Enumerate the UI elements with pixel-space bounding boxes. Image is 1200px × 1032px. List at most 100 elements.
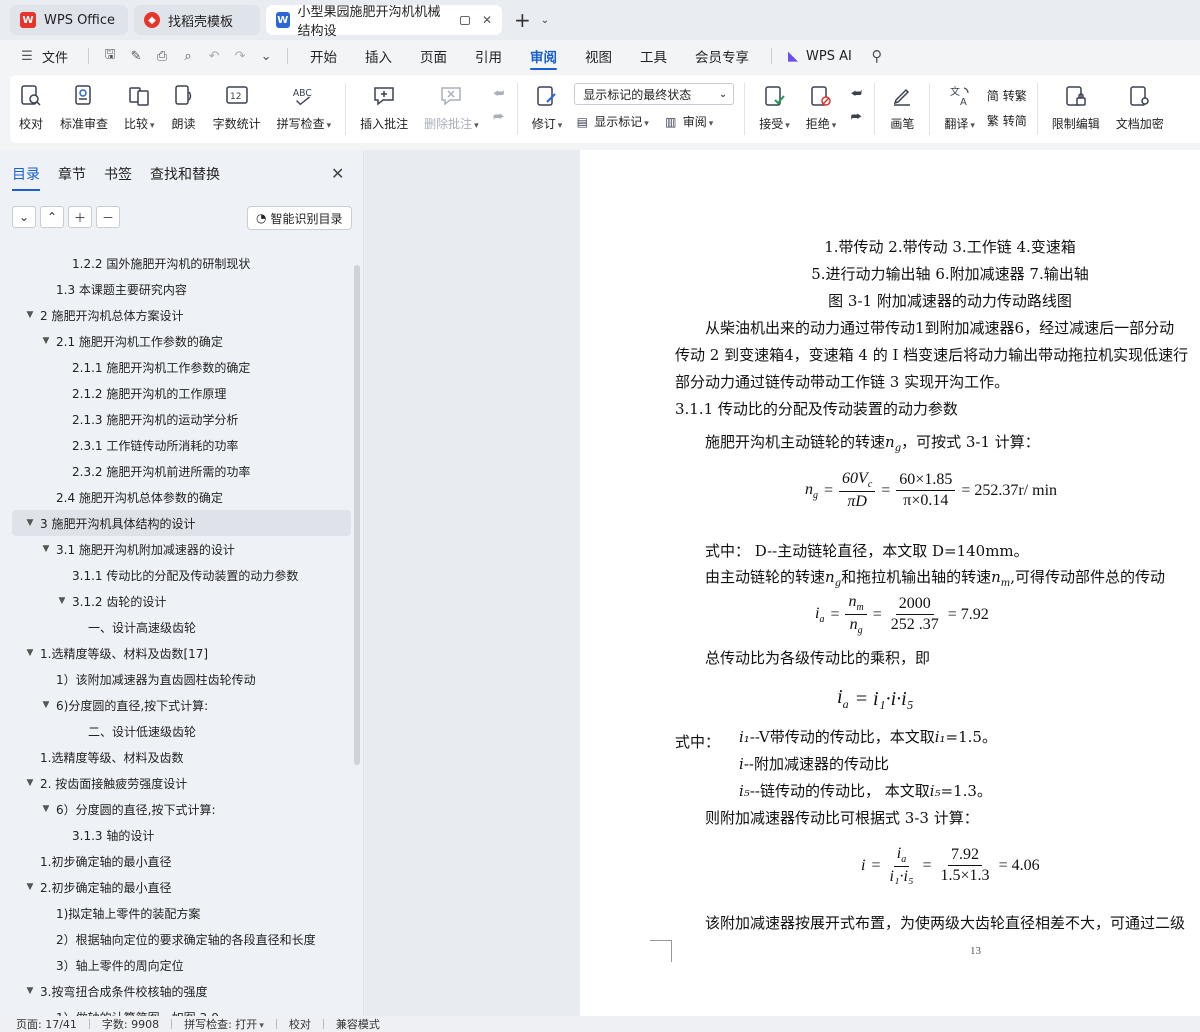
expand-arrow-icon[interactable]: ▼ bbox=[40, 700, 52, 710]
toc-item[interactable]: ▼ 2. 按齿面接触疲劳强度设计 bbox=[0, 770, 352, 796]
page-indicator[interactable]: 页面: 17/41 bbox=[16, 1016, 89, 1032]
toc-item[interactable]: ▼ 3.1.2 齿轮的设计 bbox=[0, 588, 352, 614]
save-icon[interactable]: 🖫 bbox=[102, 47, 118, 64]
print-icon[interactable]: ⎙ bbox=[154, 48, 170, 64]
toc-item[interactable]: ▼ 1.选精度等级、材料及齿数[17] bbox=[0, 640, 352, 666]
tab-reference[interactable]: 引用 bbox=[461, 40, 516, 72]
toc-item[interactable]: 1.初步确定轴的最小直径 bbox=[0, 848, 352, 874]
tab-home[interactable]: 开始 bbox=[296, 40, 351, 72]
toc-item[interactable]: 1)拟定轴上零件的装配方案 bbox=[0, 900, 352, 926]
toc-scrollbar[interactable] bbox=[354, 265, 360, 765]
toc-item[interactable]: 3.1.3 轴的设计 bbox=[0, 822, 352, 848]
toc-item[interactable]: 3.1.1 传动比的分配及传动装置的动力参数 bbox=[0, 562, 352, 588]
expand-arrow-icon[interactable]: ▼ bbox=[56, 596, 68, 606]
prev-comment-button[interactable]: ⮨ bbox=[491, 85, 507, 101]
toc-item[interactable]: 2.1.3 施肥开沟机的运动学分析 bbox=[0, 406, 352, 432]
tab-toc[interactable]: 目录 bbox=[12, 164, 40, 191]
add-heading-icon[interactable]: ＋ bbox=[68, 206, 92, 228]
undo-icon[interactable]: ↶ bbox=[206, 48, 222, 64]
insert-comment-button[interactable]: 插入批注 bbox=[352, 83, 416, 132]
collapse-chevron-up-icon[interactable]: ⌃ bbox=[40, 206, 64, 228]
search-icon[interactable]: ⚲ bbox=[869, 47, 885, 65]
word-count-indicator[interactable]: 字数: 9908 bbox=[90, 1016, 171, 1032]
close-tab-icon[interactable]: ✕ bbox=[482, 13, 492, 27]
word-count-button[interactable]: 12 字数统计 bbox=[205, 83, 269, 132]
toc-item[interactable]: 一、设计高速级齿轮 bbox=[0, 614, 352, 640]
toc-item[interactable]: 1）该附加减速器为直齿圆柱齿轮传动 bbox=[0, 666, 352, 692]
tab-tools[interactable]: 工具 bbox=[626, 40, 681, 72]
tab-chapters[interactable]: 章节 bbox=[58, 164, 86, 184]
toc-item[interactable]: ▼ 2.初步确定轴的最小直径 bbox=[0, 874, 352, 900]
expand-chevron-down-icon[interactable]: ⌄ bbox=[12, 206, 36, 228]
revise-button[interactable]: 修订 bbox=[524, 83, 571, 132]
redo-icon[interactable]: ↷ bbox=[232, 48, 248, 64]
proof-indicator[interactable]: 校对 bbox=[277, 1016, 323, 1032]
toc-item[interactable]: 2.3.1 工作链传动所消耗的功率 bbox=[0, 432, 352, 458]
toc-item[interactable]: 2.3.2 施肥开沟机前进所需的功率 bbox=[0, 458, 352, 484]
tab-wps-office[interactable]: W WPS Office bbox=[10, 5, 128, 35]
expand-arrow-icon[interactable]: ▼ bbox=[40, 804, 52, 814]
toc-item[interactable]: 2.1.1 施肥开沟机工作参数的确定 bbox=[0, 354, 352, 380]
expand-arrow-icon[interactable]: ▼ bbox=[40, 336, 52, 346]
restrict-edit-button[interactable]: 限制编辑 bbox=[1044, 83, 1108, 132]
toc-item[interactable]: 2.1.2 施肥开沟机的工作原理 bbox=[0, 380, 352, 406]
expand-arrow-icon[interactable]: ▼ bbox=[40, 544, 52, 554]
next-comment-button[interactable]: ⮫ bbox=[491, 109, 507, 125]
toc-item[interactable]: 3）轴上零件的周向定位 bbox=[0, 952, 352, 978]
prev-change-button[interactable]: ⮨ bbox=[848, 85, 864, 101]
accept-button[interactable]: 接受 bbox=[751, 83, 798, 132]
toc-item[interactable]: ▼ 3.按弯扭合成条件校核轴的强度 bbox=[0, 978, 352, 1004]
expand-arrow-icon[interactable]: ▼ bbox=[24, 882, 36, 892]
expand-arrow-icon[interactable]: ▼ bbox=[24, 778, 36, 788]
pen-button[interactable]: 画笔 bbox=[881, 83, 923, 132]
delete-comment-button[interactable]: 删除批注 bbox=[416, 83, 487, 132]
expand-arrow-icon[interactable]: ▼ bbox=[24, 648, 36, 658]
toc-item[interactable]: ▼ 3.1 施肥开沟机附加减速器的设计 bbox=[0, 536, 352, 562]
tab-insert[interactable]: 插入 bbox=[351, 40, 406, 72]
document-page[interactable]: 1.带传动 2.带传动 3.工作链 4.变速箱 5.进行动力输出轴 6.附加减速… bbox=[580, 150, 1200, 1016]
toc-item[interactable]: ▼ 2 施肥开沟机总体方案设计 bbox=[0, 302, 352, 328]
doc-encrypt-button[interactable]: 文档加密 bbox=[1108, 83, 1172, 132]
sign-icon[interactable]: ✎ bbox=[128, 48, 144, 64]
expand-arrow-icon[interactable]: ▼ bbox=[24, 310, 36, 320]
more-chevron-icon[interactable]: ⌄ bbox=[258, 48, 274, 64]
toc-item[interactable]: ▼ 6)分度圆的直径,按下式计算: bbox=[0, 692, 352, 718]
next-change-button[interactable]: ⮫ bbox=[848, 109, 864, 125]
toc-item[interactable]: 二、设计低速级齿轮 bbox=[0, 718, 352, 744]
standard-review-button[interactable]: 标准审查 bbox=[52, 83, 116, 132]
review-pane-button[interactable]: ▥ 审阅 bbox=[663, 113, 714, 130]
tab-member[interactable]: 会员专享 bbox=[681, 40, 763, 72]
toc-item[interactable]: ▼ 6）分度圆的直径,按下式计算: bbox=[0, 796, 352, 822]
toc-item[interactable]: 1.3 本课题主要研究内容 bbox=[0, 276, 352, 302]
compare-button[interactable]: 比较 bbox=[116, 83, 163, 132]
new-tab-icon[interactable]: + bbox=[514, 8, 531, 32]
wps-ai-button[interactable]: WPS AI bbox=[806, 49, 864, 64]
to-traditional-button[interactable]: 简 转繁 bbox=[987, 87, 1027, 104]
tab-find-replace[interactable]: 查找和替换 bbox=[150, 164, 220, 184]
reject-button[interactable]: 拒绝 bbox=[798, 83, 845, 132]
read-aloud-button[interactable]: 朗读 bbox=[163, 83, 205, 132]
tab-list-chevron-icon[interactable]: ⌄ bbox=[541, 15, 549, 26]
toc-item[interactable]: ▼ 3 施肥开沟机具体结构的设计 bbox=[12, 510, 351, 536]
tab-document[interactable]: W 小型果园施肥开沟机机械结构设 ✕ bbox=[266, 5, 502, 39]
toc-item[interactable]: 2）根据轴向定位的要求确定轴的各段直径和长度 bbox=[0, 926, 352, 952]
tab-view[interactable]: 视图 bbox=[571, 40, 626, 72]
menu-file[interactable]: 文件 bbox=[40, 47, 80, 66]
close-pane-icon[interactable]: ✕ bbox=[331, 164, 344, 183]
window-mode-icon[interactable] bbox=[459, 15, 470, 25]
tab-template[interactable]: ◆ 找稻壳模板 bbox=[134, 5, 260, 35]
hamburger-icon[interactable]: ☰ bbox=[19, 48, 35, 64]
toc-item[interactable]: 1.选精度等级、材料及齿数 bbox=[0, 744, 352, 770]
toc-item[interactable]: 1.2.2 国外施肥开沟机的研制现状 bbox=[0, 250, 352, 276]
markup-state-select[interactable]: 显示标记的最终状态 ⌄ bbox=[574, 83, 735, 105]
expand-arrow-icon[interactable]: ▼ bbox=[24, 986, 36, 996]
tab-review[interactable]: 审阅 bbox=[516, 40, 571, 72]
tab-page[interactable]: 页面 bbox=[406, 40, 461, 72]
spell-check-indicator[interactable]: 拼写检查: 打开 bbox=[172, 1016, 276, 1032]
smart-toc-button[interactable]: ◔ 智能识别目录 bbox=[247, 206, 352, 230]
show-markup-button[interactable]: ▤ 显示标记 bbox=[574, 113, 649, 130]
expand-arrow-icon[interactable]: ▼ bbox=[24, 518, 36, 528]
print-preview-icon[interactable]: ⌕ bbox=[180, 48, 196, 64]
toc-item[interactable]: ▼ 2.1 施肥开沟机工作参数的确定 bbox=[0, 328, 352, 354]
toc-item[interactable]: 2.4 施肥开沟机总体参数的确定 bbox=[0, 484, 352, 510]
